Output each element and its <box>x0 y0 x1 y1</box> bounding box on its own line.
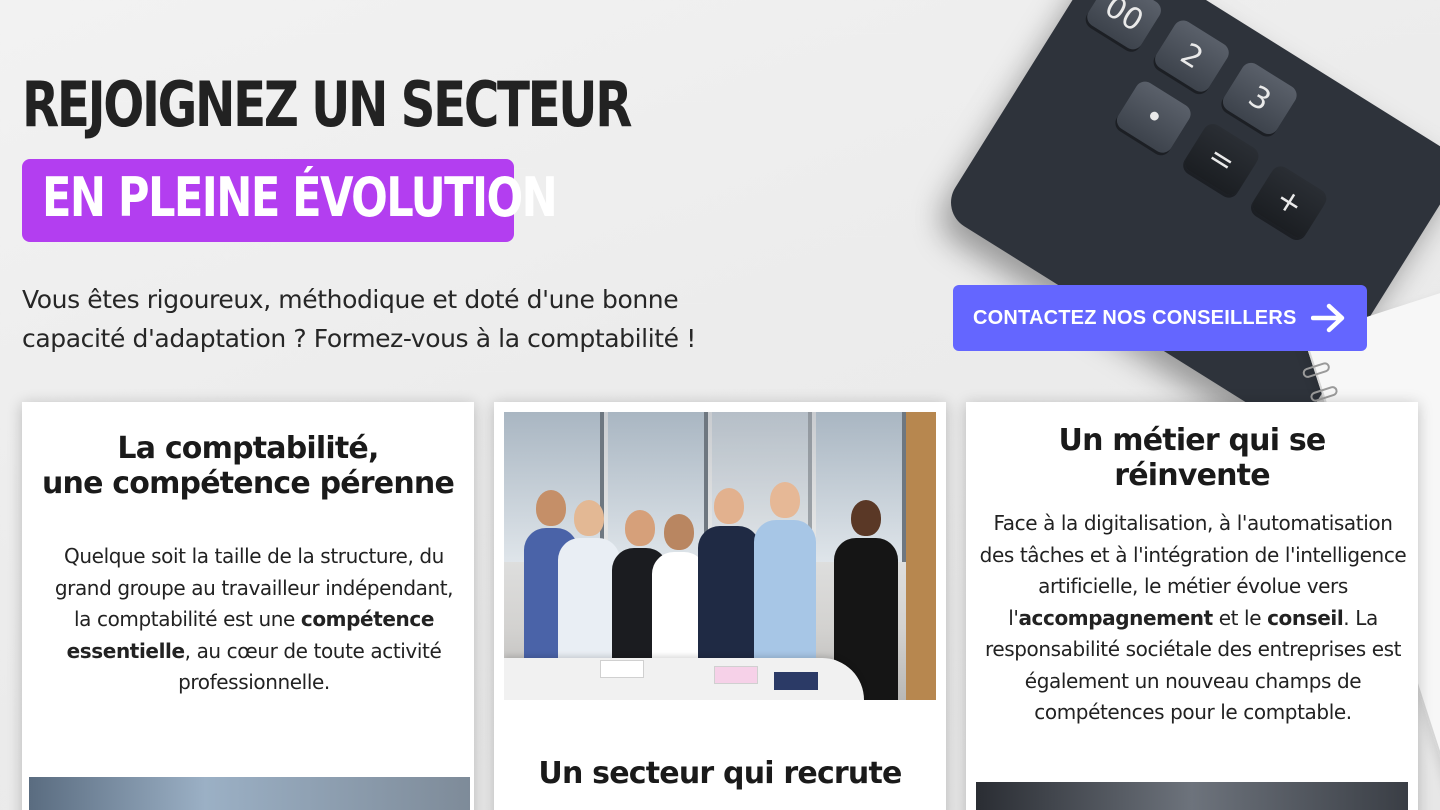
card-reinventing-job: Un métier qui se réinvente Face à la dig… <box>966 402 1418 810</box>
card-recruiting-sector: Un secteur qui recrute <box>494 402 946 810</box>
card-perennial-skill: La comptabilité, une compétence pérenne … <box>22 402 474 810</box>
card-image <box>976 782 1408 810</box>
card-title: La comptabilité, une compétence pérenne <box>22 431 474 501</box>
card-title: Un métier qui se réinvente <box>966 423 1418 493</box>
card-description: Face à la digitalisation, à l'automatisa… <box>979 511 1407 724</box>
intro-line: Vous êtes rigoureux, méthodique et doté … <box>22 285 679 314</box>
card-title-line: La comptabilité, <box>117 431 379 466</box>
card-image <box>29 777 470 810</box>
intro-line: capacité d'adaptation ? Formez-vous à la… <box>22 324 696 353</box>
calculator-key: 00 <box>1083 0 1165 53</box>
team-photo <box>504 412 936 700</box>
calculator-key: + <box>1248 162 1331 242</box>
card-title-line: une compétence pérenne <box>41 466 455 501</box>
card-description: Quelque soit la taille de la structure, … <box>54 544 454 694</box>
calculator-key: • <box>1113 77 1195 157</box>
emphasis-text: accompagnement <box>1018 605 1213 630</box>
calculator-key: 3 <box>1219 59 1301 138</box>
contact-advisors-button[interactable]: CONTACTEZ NOS CONSEILLERS <box>953 285 1367 351</box>
emphasis-text: conseil <box>1267 605 1344 630</box>
calculator-key: 2 <box>1151 16 1233 96</box>
calculator-key: = <box>1181 120 1263 199</box>
page-subtitle: EN PLEINE ÉVOLUTION <box>42 166 558 229</box>
card-title-line: réinvente <box>1114 458 1270 493</box>
intro-text: Vous êtes rigoureux, méthodique et doté … <box>22 280 852 358</box>
card-title-line: Un métier qui se <box>1058 423 1327 458</box>
card-title: Un secteur qui recrute <box>538 756 902 791</box>
contact-advisors-label: CONTACTEZ NOS CONSEILLERS <box>973 306 1297 329</box>
arrow-right-icon <box>1311 303 1345 333</box>
page-title: REJOIGNEZ UN SECTEUR <box>22 68 632 141</box>
